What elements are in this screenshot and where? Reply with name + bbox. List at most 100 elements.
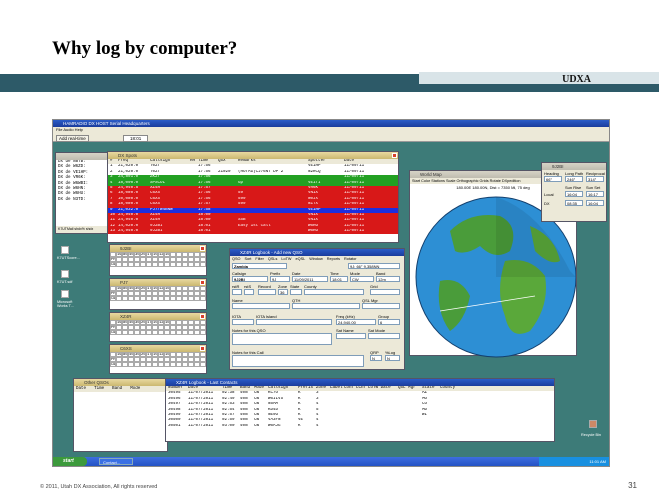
sat-name-input[interactable] bbox=[336, 333, 366, 339]
pct-log-input[interactable]: N bbox=[385, 355, 400, 361]
table-cell: 40m bbox=[240, 423, 248, 428]
table-cell: W6AJG bbox=[268, 423, 281, 428]
band-select[interactable]: 12m bbox=[376, 276, 400, 282]
taskbar: start Contact... 11:01 AM bbox=[53, 457, 609, 466]
table-cell: 13 bbox=[110, 229, 116, 234]
rst-received-input[interactable] bbox=[232, 289, 242, 295]
callsign-input[interactable]: 9J2BI bbox=[232, 276, 268, 282]
column-header[interactable]: Band bbox=[112, 386, 122, 392]
reciprocal-field: 314° bbox=[586, 176, 604, 182]
country-field: Zambia bbox=[232, 263, 287, 269]
sat-mode-input[interactable] bbox=[368, 333, 400, 339]
table-cell bbox=[368, 424, 398, 429]
group-input[interactable]: 6 bbox=[378, 319, 400, 325]
column-header[interactable]: Mode bbox=[130, 386, 140, 392]
close-icon[interactable] bbox=[200, 314, 205, 319]
call-notes-input[interactable] bbox=[232, 355, 364, 367]
menu-item[interactable]: Window bbox=[309, 257, 323, 261]
time-input[interactable]: 18:01 bbox=[330, 276, 348, 282]
date-input[interactable]: 11/09/2011 bbox=[292, 276, 328, 282]
iota-island-input[interactable] bbox=[256, 319, 332, 325]
close-icon[interactable] bbox=[200, 246, 205, 251]
title-band-accent bbox=[419, 72, 659, 84]
column-header[interactable]: Date bbox=[76, 386, 86, 392]
menu-item[interactable]: QSO bbox=[232, 257, 240, 261]
band-grid-window-1: 9J2BI 1608040302017151210PHNCW bbox=[109, 244, 207, 276]
qso-form: Zambia 9J: 66° 9,358NN Callsign Prefix D… bbox=[230, 262, 404, 370]
table-cell: 11/07/2011 bbox=[188, 423, 214, 428]
table-cell bbox=[344, 424, 356, 429]
file-icon[interactable] bbox=[61, 246, 69, 254]
menu-item[interactable]: Filter bbox=[255, 257, 263, 261]
column-header[interactable]: Time bbox=[94, 386, 104, 392]
slide-title: Why log by computer? bbox=[52, 38, 238, 59]
table-cell: 4 bbox=[316, 423, 319, 428]
other-qsos-window: Other QSOs Date Time Band Mode bbox=[73, 378, 168, 452]
close-icon[interactable] bbox=[200, 280, 205, 285]
table-cell bbox=[440, 424, 464, 429]
bearing-field: 9J: 66° 9,358NN bbox=[348, 263, 400, 269]
menu-item[interactable]: eQSL bbox=[296, 257, 306, 261]
footer-copyright: © 2011, Utah DX Association, All rights … bbox=[40, 484, 158, 490]
menu-item[interactable]: QSLs bbox=[268, 257, 278, 261]
page-number: 31 bbox=[628, 481, 637, 490]
zone-input[interactable]: 36 bbox=[278, 289, 288, 295]
band-grid-table: 1608040302017151210PHNCW bbox=[110, 252, 206, 267]
prefix-input[interactable]: 9J bbox=[270, 276, 290, 282]
file-icon[interactable] bbox=[61, 290, 69, 298]
sunset-field: 16:17 bbox=[586, 191, 604, 197]
menu-item[interactable]: Reports bbox=[327, 257, 340, 261]
rst-sent-input[interactable] bbox=[244, 289, 254, 295]
county-input[interactable] bbox=[304, 289, 364, 295]
dx-cluster-window: DX Spots # Freq Callsign HH Time QSX Remarks Sp… bbox=[107, 151, 399, 243]
logbook-titlebar: XZ4R Logbook - Last Contacts bbox=[166, 379, 554, 386]
table-cell: 24,940.0 bbox=[118, 229, 139, 234]
band-grid-table: 1608040302017151210PHNCW bbox=[110, 286, 206, 301]
band-grid-window-4: C6XS 1608040302017151210PHNCW bbox=[109, 344, 207, 374]
table-cell bbox=[398, 424, 422, 429]
file-icon[interactable] bbox=[61, 270, 69, 278]
frequency-input[interactable]: 24,940.00 bbox=[336, 319, 376, 325]
main-toolbar: Add real-time 18:01 bbox=[53, 133, 609, 142]
iota-input[interactable] bbox=[232, 319, 254, 325]
taskbar-item[interactable]: Contact... bbox=[99, 458, 133, 465]
close-icon[interactable] bbox=[392, 153, 397, 158]
logbook-window: XZ4R Logbook - Last Contacts Number Date T… bbox=[165, 378, 555, 442]
local-time-field: 16:04 bbox=[565, 191, 583, 197]
other-qsos-titlebar: Other QSOs bbox=[74, 379, 167, 386]
menu-item[interactable]: Rotator bbox=[344, 257, 356, 261]
table-cell bbox=[218, 229, 238, 234]
table-cell bbox=[356, 424, 368, 429]
qsl-manager-input[interactable] bbox=[362, 303, 400, 309]
grid-input[interactable] bbox=[370, 289, 400, 295]
menu-item[interactable]: LoTW bbox=[281, 257, 291, 261]
main-app-titlebar: HAMRADIO DX HOST Serial Headquarters bbox=[53, 120, 609, 127]
menu-item[interactable]: Sort bbox=[244, 257, 251, 261]
name-input[interactable] bbox=[232, 303, 290, 309]
dx-cluster-table: # Freq Callsign HH Time QSX Remarks Spotter Date… bbox=[108, 159, 398, 235]
table-row[interactable]: 13 24,940.0 9J2BI 18:01 W6HU 11/09/11 bbox=[108, 229, 398, 235]
qso-notes-input[interactable] bbox=[232, 333, 332, 345]
close-icon[interactable] bbox=[200, 346, 205, 351]
qso-entry-titlebar: XZ4R Logbook - Add new QSO bbox=[230, 249, 404, 256]
record-input[interactable] bbox=[258, 289, 276, 295]
band-grid: 1608040302017151210PHNCW bbox=[110, 252, 206, 267]
add-realtime-button[interactable]: Add real-time bbox=[56, 134, 89, 142]
start-button[interactable]: start bbox=[53, 457, 87, 466]
sun-info-titlebar: 9J2BI bbox=[542, 163, 606, 170]
dx-time-field: 08:35 bbox=[565, 200, 583, 206]
qth-input[interactable] bbox=[292, 303, 360, 309]
qso-entry-window: XZ4R Logbook - Add new QSO QSO Sort Filter… bbox=[229, 248, 405, 370]
mode-select[interactable]: CW bbox=[350, 276, 374, 282]
qrp-input[interactable]: N bbox=[370, 355, 382, 361]
time-field[interactable]: 18:01 bbox=[123, 134, 149, 142]
band-grid-table: 1608040302017151210PHNCW bbox=[110, 352, 206, 367]
table-cell bbox=[238, 229, 308, 234]
band-grid-window-3: XZ4R 1608040302017151210PHNCW bbox=[109, 312, 207, 342]
recycle-bin-icon[interactable] bbox=[589, 420, 597, 428]
band-cell bbox=[200, 362, 206, 367]
table-cell: CW bbox=[254, 423, 260, 428]
state-input[interactable] bbox=[290, 289, 302, 295]
band-cell bbox=[200, 330, 206, 335]
table-row[interactable]: 30501 11/07/2011 03:00 40m CW W6AJG K 4 bbox=[166, 424, 554, 429]
